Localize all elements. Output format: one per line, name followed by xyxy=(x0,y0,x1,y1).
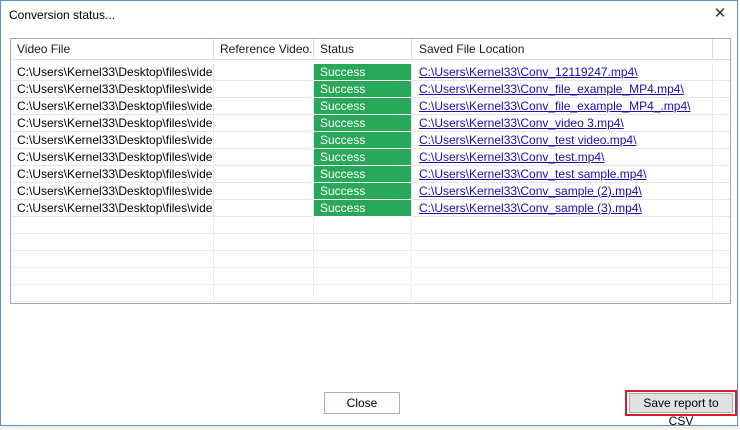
cell-status: Success xyxy=(314,81,412,98)
cell-video-file: C:\Users\Kernel33\Desktop\files\vide... xyxy=(11,98,214,115)
empty-row xyxy=(11,217,730,234)
cell-reference-video xyxy=(214,81,314,98)
empty-cell xyxy=(11,251,214,268)
empty-cell xyxy=(314,285,412,302)
save-report-csv-button[interactable]: Save report to CSV xyxy=(629,393,733,428)
table-row[interactable]: C:\Users\Kernel33\Desktop\files\vide... S… xyxy=(11,64,730,81)
cell-filler xyxy=(713,132,730,149)
table-row[interactable]: C:\Users\Kernel33\Desktop\files\vide... S… xyxy=(11,98,730,115)
cell-video-file: C:\Users\Kernel33\Desktop\files\vide... xyxy=(11,81,214,98)
empty-cell xyxy=(713,234,730,251)
cell-saved-location-link[interactable]: C:\Users\Kernel33\Conv_file_example_MP4_… xyxy=(413,98,713,115)
cell-saved-location-link[interactable]: C:\Users\Kernel33\Conv_sample (2).mp4\ xyxy=(413,183,713,200)
cell-filler xyxy=(713,115,730,132)
cell-saved-location-link[interactable]: C:\Users\Kernel33\Conv_video 3.mp4\ xyxy=(413,115,713,132)
cell-reference-video xyxy=(214,200,314,217)
table-row[interactable]: C:\Users\Kernel33\Desktop\files\vide... S… xyxy=(11,183,730,200)
cell-saved-location-link[interactable]: C:\Users\Kernel33\Conv_test.mp4\ xyxy=(413,149,713,166)
cell-status: Success xyxy=(314,98,412,115)
empty-cell xyxy=(413,217,713,234)
table-row[interactable]: C:\Users\Kernel33\Desktop\files\vide... S… xyxy=(11,81,730,98)
cell-reference-video xyxy=(214,183,314,200)
cell-video-file: C:\Users\Kernel33\Desktop\files\vide... xyxy=(11,200,214,217)
empty-cell xyxy=(214,268,314,285)
column-header-video-file[interactable]: Video File xyxy=(11,39,214,59)
cell-saved-location-link[interactable]: C:\Users\Kernel33\Conv_test sample.mp4\ xyxy=(413,166,713,183)
empty-row xyxy=(11,251,730,268)
cell-reference-video xyxy=(214,149,314,166)
empty-cell xyxy=(11,234,214,251)
cell-status: Success xyxy=(314,149,412,166)
cell-status: Success xyxy=(314,166,412,183)
empty-cell xyxy=(214,217,314,234)
empty-row xyxy=(11,285,730,302)
column-header-status[interactable]: Status xyxy=(314,39,412,59)
cell-reference-video xyxy=(214,115,314,132)
empty-cell xyxy=(11,217,214,234)
cell-video-file: C:\Users\Kernel33\Desktop\files\vide... xyxy=(11,115,214,132)
empty-row xyxy=(11,234,730,251)
conversion-results-table: Video File Reference Video... Status Sav… xyxy=(10,38,731,304)
empty-cell xyxy=(11,268,214,285)
table-row[interactable]: C:\Users\Kernel33\Desktop\files\vide... S… xyxy=(11,115,730,132)
cell-filler xyxy=(713,200,730,217)
cell-reference-video xyxy=(214,64,314,81)
empty-cell xyxy=(314,234,412,251)
empty-cell xyxy=(214,251,314,268)
empty-cell xyxy=(713,268,730,285)
cell-video-file: C:\Users\Kernel33\Desktop\files\vide... xyxy=(11,132,214,149)
dialog-title: Conversion status... xyxy=(9,8,116,22)
cell-status: Success xyxy=(314,132,412,149)
table-row[interactable]: C:\Users\Kernel33\Desktop\files\vide... S… xyxy=(11,200,730,217)
empty-cell xyxy=(314,268,412,285)
table-row[interactable]: C:\Users\Kernel33\Desktop\files\vide... S… xyxy=(11,166,730,183)
cell-saved-location-link[interactable]: C:\Users\Kernel33\Conv_sample (3).mp4\ xyxy=(413,200,713,217)
empty-row xyxy=(11,268,730,285)
cell-video-file: C:\Users\Kernel33\Desktop\files\vide... xyxy=(11,166,214,183)
cell-reference-video xyxy=(214,98,314,115)
empty-cell xyxy=(11,285,214,302)
cell-filler xyxy=(713,98,730,115)
cell-reference-video xyxy=(214,166,314,183)
empty-cell xyxy=(214,285,314,302)
cell-video-file: C:\Users\Kernel33\Desktop\files\vide... xyxy=(11,149,214,166)
empty-cell xyxy=(713,251,730,268)
cell-video-file: C:\Users\Kernel33\Desktop\files\vide... xyxy=(11,183,214,200)
table-header: Video File Reference Video... Status Sav… xyxy=(11,39,730,60)
close-button[interactable]: Close xyxy=(324,392,400,414)
empty-cell xyxy=(314,251,412,268)
conversion-status-dialog: Conversion status... ✕ Video File Refere… xyxy=(0,0,738,428)
empty-cell xyxy=(713,217,730,234)
empty-cell xyxy=(314,217,412,234)
table-row[interactable]: C:\Users\Kernel33\Desktop\files\vide... S… xyxy=(11,132,730,149)
empty-cell xyxy=(214,234,314,251)
table-row[interactable]: C:\Users\Kernel33\Desktop\files\vide... S… xyxy=(11,149,730,166)
cell-filler xyxy=(713,64,730,81)
cell-saved-location-link[interactable]: C:\Users\Kernel33\Conv_test video.mp4\ xyxy=(413,132,713,149)
cell-filler xyxy=(713,149,730,166)
cell-reference-video xyxy=(214,132,314,149)
empty-cell xyxy=(713,285,730,302)
cell-status: Success xyxy=(314,64,412,81)
title-bar: Conversion status... ✕ xyxy=(1,1,737,31)
cell-saved-location-link[interactable]: C:\Users\Kernel33\Conv_12119247.mp4\ xyxy=(413,64,713,81)
cell-saved-location-link[interactable]: C:\Users\Kernel33\Conv_file_example_MP4.… xyxy=(413,81,713,98)
cell-status: Success xyxy=(314,200,412,217)
cell-filler xyxy=(713,81,730,98)
empty-cell xyxy=(413,285,713,302)
empty-cell xyxy=(413,234,713,251)
empty-cell xyxy=(413,251,713,268)
close-icon[interactable]: ✕ xyxy=(711,5,729,23)
cell-filler xyxy=(713,183,730,200)
column-header-saved-file-location[interactable]: Saved File Location xyxy=(413,39,713,59)
column-header-filler xyxy=(713,39,730,59)
column-header-reference-video[interactable]: Reference Video... xyxy=(214,39,314,59)
cell-status: Success xyxy=(314,183,412,200)
cell-video-file: C:\Users\Kernel33\Desktop\files\vide... xyxy=(11,64,214,81)
cell-filler xyxy=(713,166,730,183)
empty-cell xyxy=(413,268,713,285)
cell-status: Success xyxy=(314,115,412,132)
